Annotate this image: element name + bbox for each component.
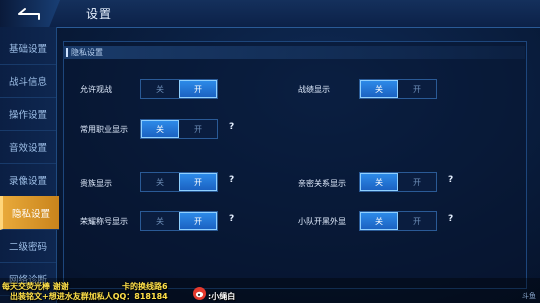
toggle-honor-title[interactable]: 关 开 xyxy=(140,211,218,231)
page-title: 设置 xyxy=(86,7,113,21)
toggle-off-option[interactable]: 关 xyxy=(141,80,179,98)
top-bar: 设置 xyxy=(0,0,540,28)
sidebar-item-sound[interactable]: 音效设置 xyxy=(0,130,56,164)
watermark: 斗鱼 xyxy=(522,292,536,300)
sidebar-item-privacy[interactable]: 隐私设置 xyxy=(0,196,59,230)
help-icon-intimacy[interactable]: ? xyxy=(448,175,453,185)
sidebar-item-basic[interactable]: 基础设置 xyxy=(0,31,56,65)
back-arrow-icon xyxy=(18,7,40,20)
toggle-squad-display[interactable]: 关 开 xyxy=(359,211,437,231)
toggle-on-option[interactable]: 开 xyxy=(179,212,217,230)
sidebar-item-battle-info[interactable]: 战斗信息 xyxy=(0,64,56,98)
setting-label-intimacy: 亲密关系显示 xyxy=(298,179,346,188)
setting-label-common-role: 常用职业显示 xyxy=(80,125,128,134)
help-icon-honor-title[interactable]: ? xyxy=(229,214,234,224)
overlay-line2-right: :小绳白 xyxy=(208,292,236,301)
setting-label-squad-display: 小队开黑外显 xyxy=(298,217,346,226)
setting-label-noble: 贵族显示 xyxy=(80,179,112,188)
toggle-off-option[interactable]: 关 xyxy=(360,80,398,98)
toggle-intimacy[interactable]: 关 开 xyxy=(359,172,437,192)
back-button[interactable] xyxy=(0,0,60,27)
toggle-off-option[interactable]: 关 xyxy=(360,212,398,230)
toggle-on-option[interactable]: 开 xyxy=(179,120,217,138)
toggle-on-option[interactable]: 开 xyxy=(398,80,436,98)
sidebar: 基础设置 战斗信息 操作设置 音效设置 录像设置 隐私设置 二级密码 网络诊断 xyxy=(0,27,59,303)
setting-label-honor-title: 荣耀称号显示 xyxy=(80,217,128,226)
section-header: 隐私设置 xyxy=(63,46,525,59)
setting-label-allow-spectate: 允许观战 xyxy=(80,85,112,94)
setting-label-record-display: 战绩显示 xyxy=(298,85,330,94)
toggle-off-option[interactable]: 关 xyxy=(141,212,179,230)
toggle-off-option[interactable]: 关 xyxy=(360,173,398,191)
toggle-on-option[interactable]: 开 xyxy=(179,173,217,191)
help-icon-common-role[interactable]: ? xyxy=(229,122,234,132)
toggle-on-option[interactable]: 开 xyxy=(179,80,217,98)
toggle-off-option[interactable]: 关 xyxy=(141,120,179,138)
toggle-common-role[interactable]: 关 开 xyxy=(140,119,218,139)
toggle-on-option[interactable]: 开 xyxy=(398,173,436,191)
overlay-line2-left: 出装铭文+想进水友群加私人QQ：818184 xyxy=(10,292,168,301)
settings-panel xyxy=(63,41,527,289)
weibo-icon xyxy=(193,287,206,300)
help-icon-squad-display[interactable]: ? xyxy=(448,214,453,224)
toggle-on-option[interactable]: 开 xyxy=(398,212,436,230)
sidebar-item-controls[interactable]: 操作设置 xyxy=(0,97,56,131)
help-icon-noble[interactable]: ? xyxy=(229,175,234,185)
sidebar-item-secondary-password[interactable]: 二级密码 xyxy=(0,229,56,263)
sidebar-item-replay[interactable]: 录像设置 xyxy=(0,163,56,197)
toggle-record-display[interactable]: 关 开 xyxy=(359,79,437,99)
toggle-allow-spectate[interactable]: 关 开 xyxy=(140,79,218,99)
toggle-noble[interactable]: 关 开 xyxy=(140,172,218,192)
section-marker xyxy=(66,48,68,57)
toggle-off-option[interactable]: 关 xyxy=(141,173,179,191)
section-title: 隐私设置 xyxy=(71,48,103,57)
